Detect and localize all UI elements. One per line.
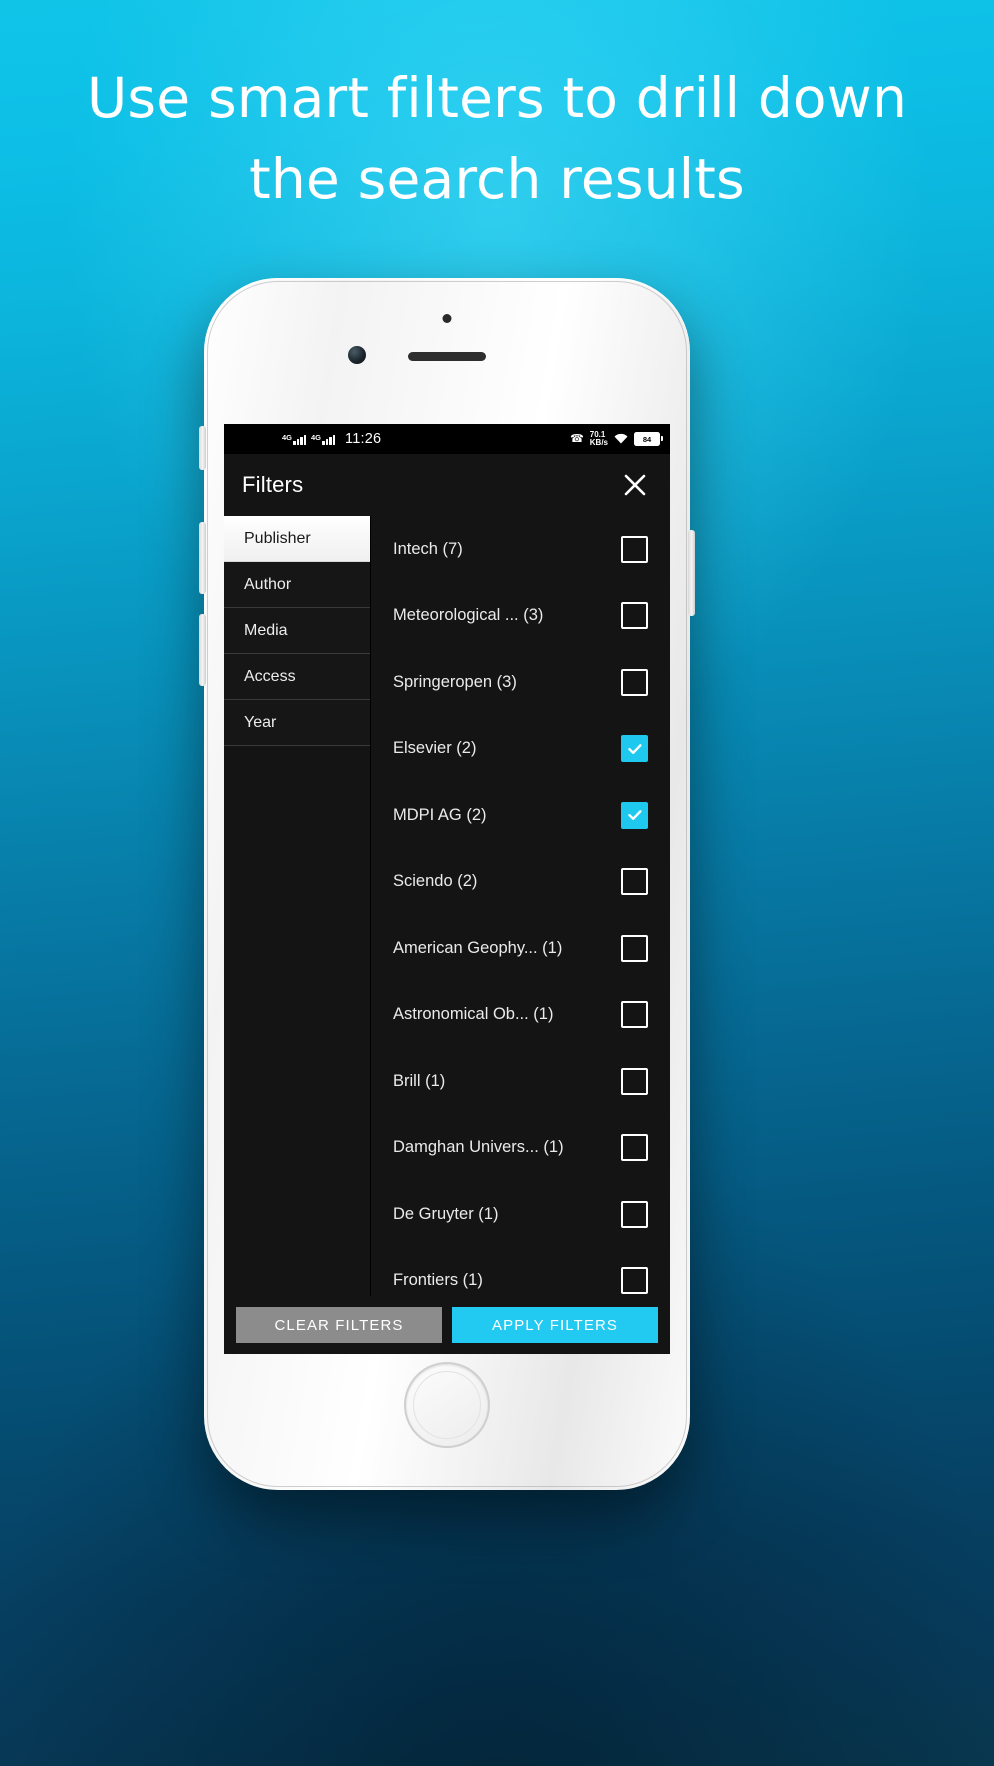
- filter-option-label: De Gruyter (1): [393, 1204, 499, 1223]
- sim1-network-tag: 4G: [282, 432, 293, 442]
- filter-option-label: Frontiers (1): [393, 1271, 483, 1290]
- list-item[interactable]: Meteorological ... (3): [371, 583, 670, 650]
- filters-body: Publisher Author Media Access Year Intech (7…: [224, 516, 670, 1296]
- phone-screen: 4G 4G 11:26 ☎ 70.1 KB/s 84 Filters Publi…: [224, 424, 670, 1354]
- sidebar-item-author[interactable]: Author: [224, 562, 370, 608]
- sidebar-item-label: Author: [244, 575, 292, 593]
- network-speed-unit: KB/s: [589, 438, 608, 447]
- sidebar-item-label: Access: [244, 667, 296, 685]
- list-item[interactable]: Sciendo (2): [371, 849, 670, 916]
- filter-option-label: Springeropen (3): [393, 672, 517, 691]
- filters-title: Filters: [242, 472, 304, 497]
- sidebar-item-media[interactable]: Media: [224, 608, 370, 654]
- filter-option-checkbox[interactable]: [621, 535, 648, 563]
- list-item[interactable]: Intech (7): [371, 516, 670, 583]
- close-icon[interactable]: [618, 468, 652, 502]
- filter-option-label: Astronomical Ob... (1): [393, 1005, 554, 1024]
- home-button[interactable]: [404, 1362, 490, 1448]
- front-camera-icon: [348, 346, 366, 364]
- sidebar-item-access[interactable]: Access: [224, 654, 370, 700]
- battery-level-label: 84: [642, 434, 652, 444]
- list-item[interactable]: De Gruyter (1): [371, 1181, 670, 1248]
- filter-option-checkbox[interactable]: [621, 1001, 648, 1029]
- filter-options-list[interactable]: Intech (7) Meteorological ... (3) Springer…: [371, 516, 670, 1296]
- clear-filters-button[interactable]: CLEAR FILTERS: [236, 1307, 442, 1343]
- power-button[interactable]: [688, 530, 695, 616]
- filter-option-checkbox[interactable]: [621, 1200, 648, 1228]
- filter-option-checkbox[interactable]: [621, 1134, 648, 1162]
- network-speed-indicator: 70.1 KB/s: [589, 430, 608, 448]
- filters-app-bar: Filters: [224, 454, 670, 516]
- filter-category-tabs: Publisher Author Media Access Year: [224, 516, 371, 1296]
- filter-option-label: Brill (1): [393, 1071, 446, 1090]
- list-item[interactable]: Astronomical Ob... (1): [371, 982, 670, 1049]
- volume-up-button[interactable]: [199, 522, 206, 594]
- filter-option-label: Damghan Univers... (1): [393, 1138, 564, 1157]
- apply-filters-button[interactable]: APPLY FILTERS: [452, 1307, 658, 1343]
- filters-action-bar: CLEAR FILTERS APPLY FILTERS: [224, 1296, 670, 1354]
- status-bar-clock: 11:26: [345, 431, 382, 447]
- sidebar-item-year[interactable]: Year: [224, 700, 370, 746]
- sidebar-item-publisher[interactable]: Publisher: [224, 516, 370, 562]
- filter-option-label: Meteorological ... (3): [393, 606, 544, 625]
- filter-option-label: Intech (7): [393, 539, 463, 558]
- list-item[interactable]: Elsevier (2): [371, 716, 670, 783]
- list-item[interactable]: American Geophy... (1): [371, 915, 670, 982]
- filter-option-label: American Geophy... (1): [393, 938, 563, 957]
- silent-switch[interactable]: [199, 426, 206, 470]
- battery-icon: 84: [634, 432, 663, 446]
- list-item[interactable]: Brill (1): [371, 1048, 670, 1115]
- page-title: Use smart filters to drill down the sear…: [86, 66, 908, 212]
- filter-option-checkbox[interactable]: [621, 735, 648, 763]
- volume-down-button[interactable]: [199, 614, 206, 686]
- filter-option-checkbox[interactable]: [621, 1067, 648, 1095]
- filter-option-checkbox[interactable]: [621, 934, 648, 962]
- filter-option-label: MDPI AG (2): [393, 805, 487, 824]
- sim1-signal-icon: 4G: [282, 432, 307, 445]
- status-bar-right: ☎ 70.1 KB/s 84: [570, 430, 663, 448]
- list-item[interactable]: Damghan Univers... (1): [371, 1115, 670, 1182]
- earpiece-speaker: [408, 352, 486, 361]
- sim2-network-tag: 4G: [311, 432, 322, 442]
- sidebar-item-label: Year: [244, 713, 277, 731]
- list-item[interactable]: Springeropen (3): [371, 649, 670, 716]
- proximity-sensor-icon: [442, 314, 452, 323]
- filter-option-label: Elsevier (2): [393, 739, 477, 758]
- status-bar: 4G 4G 11:26 ☎ 70.1 KB/s 84: [224, 424, 670, 454]
- status-bar-left: 4G 4G 11:26: [282, 431, 381, 447]
- filter-option-checkbox[interactable]: [621, 1267, 648, 1295]
- sidebar-item-label: Media: [244, 621, 288, 639]
- filter-option-checkbox[interactable]: [621, 668, 648, 696]
- filter-option-checkbox[interactable]: [621, 602, 648, 630]
- list-item[interactable]: Frontiers (1): [371, 1248, 670, 1297]
- wifi-icon: [614, 433, 628, 446]
- filter-option-label: Sciendo (2): [393, 872, 478, 891]
- sim2-signal-icon: 4G: [311, 432, 336, 445]
- filter-option-checkbox[interactable]: [621, 868, 648, 896]
- phone-mockup: 4G 4G 11:26 ☎ 70.1 KB/s 84 Filters Publi…: [199, 278, 695, 1490]
- sidebar-item-label: Publisher: [244, 529, 311, 547]
- filter-option-checkbox[interactable]: [621, 801, 648, 829]
- promo-screenshot: Use smart filters to drill down the sear…: [0, 0, 994, 1766]
- call-forward-icon: ☎: [570, 432, 584, 445]
- list-item[interactable]: MDPI AG (2): [371, 782, 670, 849]
